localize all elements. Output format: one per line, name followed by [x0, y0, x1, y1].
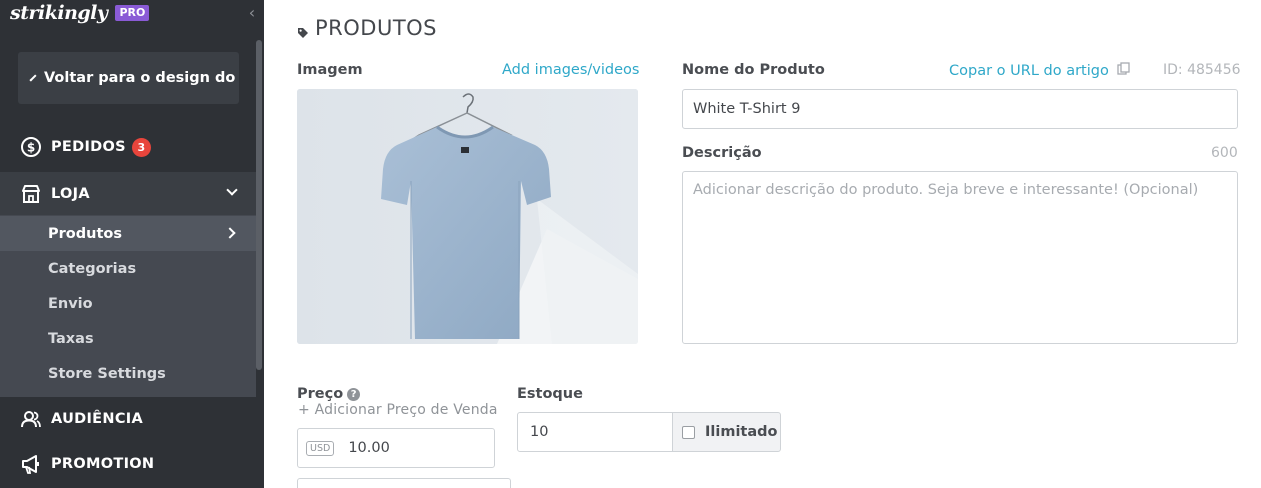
- product-name-label: Nome do Produto: [682, 62, 825, 78]
- stock-input[interactable]: 10: [517, 412, 673, 452]
- app-root: strikingly PRO ‹ Voltar para o design do…: [0, 0, 1261, 488]
- product-id: ID: 485456: [1163, 62, 1241, 78]
- page-title: PRODUTOS: [297, 16, 437, 40]
- price-value: 10.00: [348, 440, 390, 456]
- collapse-sidebar-icon[interactable]: ‹: [245, 2, 259, 22]
- sidebar-scrollbar[interactable]: [256, 40, 262, 370]
- sidebar-item-store-settings-label: Store Settings: [48, 365, 166, 382]
- back-to-design-label: Voltar para o design do site: [44, 70, 239, 86]
- sidebar-item-taxes-label: Taxas: [48, 330, 94, 347]
- sidebar-item-categories-label: Categorias: [48, 260, 137, 277]
- sidebar-item-products[interactable]: Produtos: [0, 216, 256, 251]
- sidebar-item-taxes[interactable]: Taxas: [0, 321, 256, 356]
- sidebar-item-store-label: LOJA: [51, 185, 90, 202]
- currency-tag: USD: [306, 440, 335, 456]
- copy-icon: [1117, 62, 1131, 80]
- dollar-circle-icon: $: [20, 136, 42, 158]
- price-input[interactable]: USD 10.00: [297, 428, 495, 468]
- chevron-left-icon: [29, 74, 37, 82]
- back-to-design-button[interactable]: Voltar para o design do site: [18, 52, 239, 104]
- sidebar-item-promotion-label: PROMOTION: [51, 456, 155, 472]
- sidebar-item-store[interactable]: LOJA: [0, 172, 256, 215]
- add-images-link[interactable]: Add images/videos: [502, 62, 639, 78]
- sidebar-item-orders-label: PEDIDOS: [51, 139, 126, 155]
- question-circle-icon[interactable]: ?: [347, 388, 361, 401]
- copy-article-url-link[interactable]: Copar o URL do artigo: [949, 62, 1131, 80]
- sidebar-item-promotion[interactable]: PROMOTION: [0, 444, 256, 484]
- image-label: Imagem: [297, 62, 363, 78]
- sidebar-item-audience-label: AUDIÊNCIA: [51, 411, 143, 427]
- t-shirt-photo-icon: [297, 89, 638, 344]
- sidebar-item-orders[interactable]: $ PEDIDOS 3: [0, 127, 256, 167]
- brand[interactable]: strikingly PRO: [10, 0, 150, 26]
- sidebar-item-products-label: Produtos: [48, 225, 122, 242]
- unlimited-label: Ilimitado: [705, 424, 778, 440]
- store-submenu: Produtos Categorias Envio Taxas Store Se…: [0, 215, 256, 397]
- page-title-text: PRODUTOS: [315, 16, 438, 40]
- product-image[interactable]: [297, 89, 638, 344]
- product-editor: PRODUTOS Imagem Add images/videos Nome d…: [264, 0, 1261, 488]
- sidebar-item-shipping[interactable]: Envio: [0, 286, 256, 321]
- next-field-partial[interactable]: [297, 478, 511, 488]
- sidebar-item-audience[interactable]: AUDIÊNCIA: [0, 399, 256, 439]
- pro-badge: PRO: [115, 5, 150, 21]
- brand-logo: strikingly: [10, 2, 108, 24]
- svg-text:$: $: [27, 141, 35, 155]
- chevron-right-icon: [224, 227, 236, 239]
- stock-value: 10: [530, 424, 549, 440]
- sidebar: strikingly PRO ‹ Voltar para o design do…: [0, 0, 264, 488]
- chevron-down-icon: [226, 184, 238, 196]
- description-label: Descrição: [682, 145, 762, 161]
- stock-label: Estoque: [517, 386, 583, 402]
- description-char-limit: 600: [1211, 145, 1238, 161]
- store-icon: [20, 183, 42, 205]
- unlimited-checkbox[interactable]: [682, 425, 695, 439]
- sidebar-item-shipping-label: Envio: [48, 295, 93, 312]
- price-label: Preço: [297, 386, 344, 402]
- description-textarea[interactable]: [682, 171, 1238, 344]
- users-icon: [20, 408, 42, 430]
- tag-icon: [297, 24, 309, 38]
- price-label-group: Preço?: [297, 386, 361, 402]
- add-sale-price-link[interactable]: + Adicionar Preço de Venda: [298, 402, 498, 418]
- sidebar-item-categories[interactable]: Categorias: [0, 251, 256, 286]
- megaphone-icon: [20, 453, 42, 475]
- unlimited-stock-toggle[interactable]: Ilimitado: [672, 412, 781, 452]
- sidebar-item-store-settings[interactable]: Store Settings: [0, 356, 256, 391]
- copy-article-url-label: Copar o URL do artigo: [949, 63, 1109, 79]
- orders-count-badge: 3: [131, 137, 151, 157]
- product-name-input[interactable]: [682, 89, 1238, 129]
